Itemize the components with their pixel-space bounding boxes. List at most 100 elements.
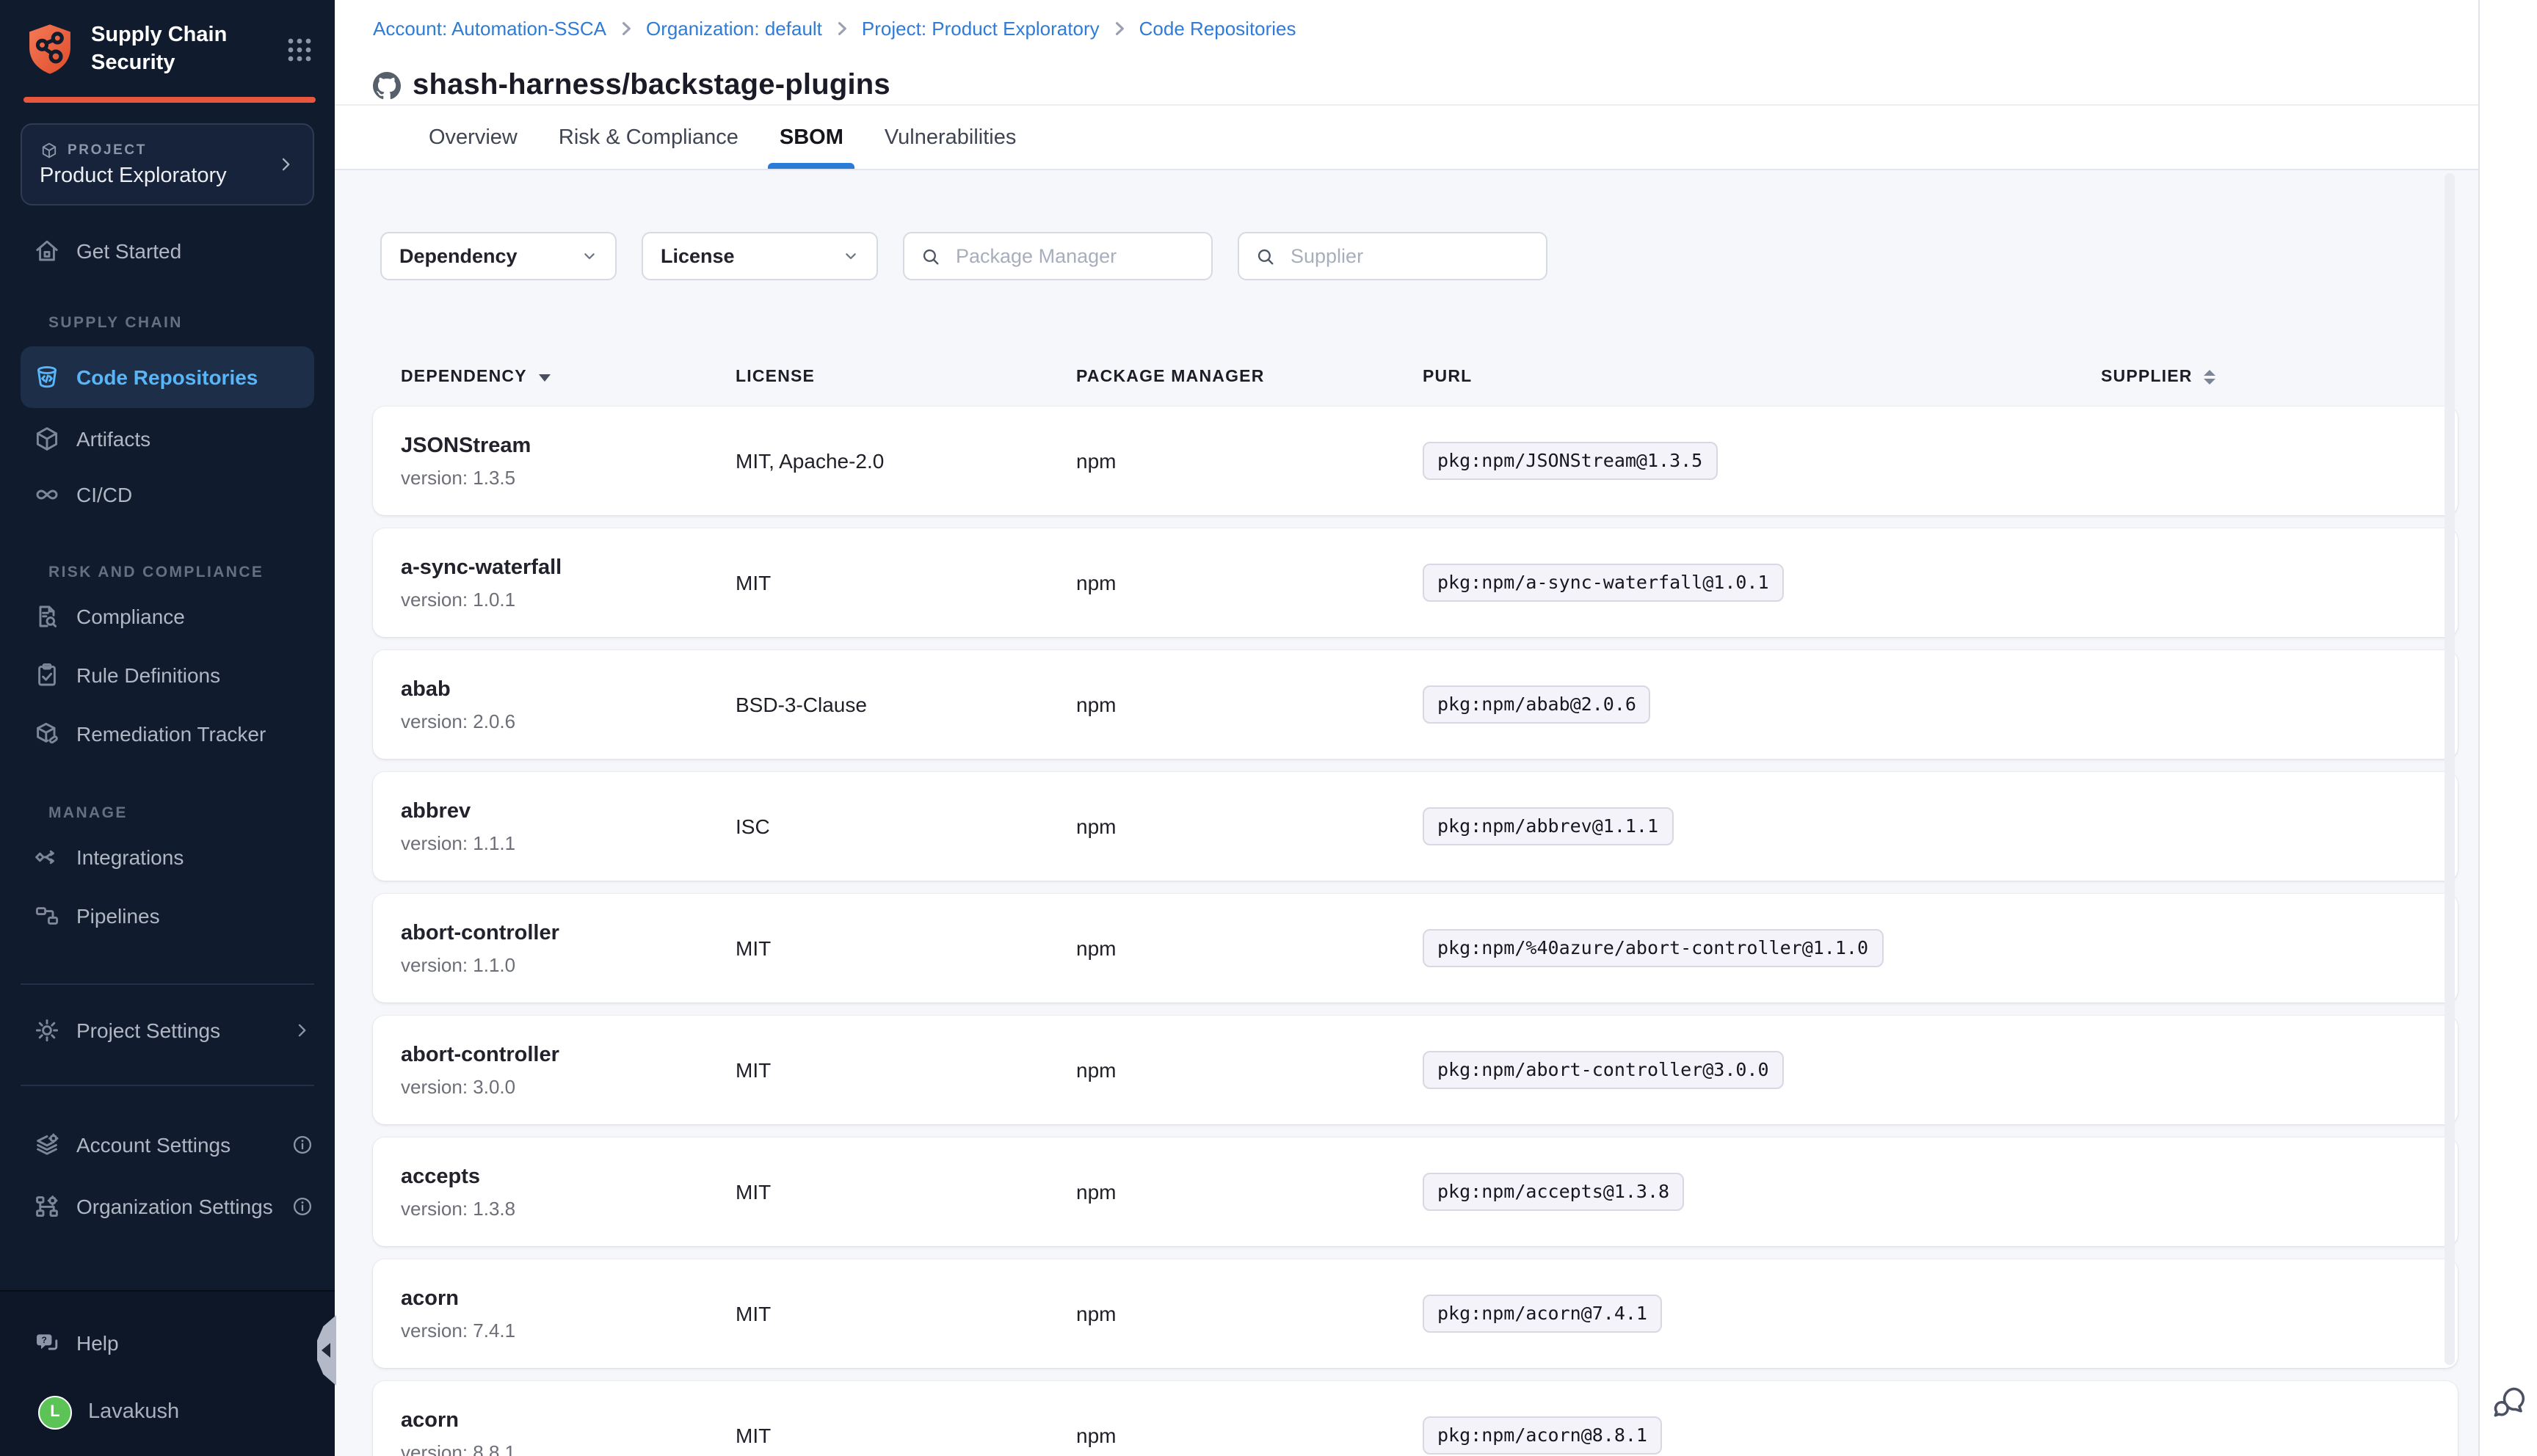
- breadcrumb-separator-icon: [617, 19, 636, 38]
- tab[interactable]: Vulnerabilities: [882, 106, 1019, 169]
- purl-chip[interactable]: pkg:npm/acorn@8.8.1: [1423, 1416, 1662, 1455]
- breadcrumb-item: Code Repositories: [1139, 18, 1296, 40]
- sidebar-item-code-repositories[interactable]: Code Repositories: [21, 346, 314, 408]
- chevron-right-icon: [291, 1019, 314, 1042]
- column-header-supplier[interactable]: SUPPLIER: [2101, 368, 2458, 386]
- table-row[interactable]: accepts version: 1.3.8 MIT npm pkg:npm/a…: [373, 1138, 2458, 1246]
- breadcrumb-link[interactable]: Code Repositories: [1139, 18, 1296, 40]
- dependency-cell: abort-controller version: 1.1.0: [401, 921, 736, 975]
- table-row[interactable]: abbrev version: 1.1.1 ISC npm pkg:npm/ab…: [373, 772, 2458, 881]
- sidebar-item-project-settings[interactable]: Project Settings: [0, 1002, 335, 1058]
- help-chat-icon: ?: [32, 1328, 62, 1358]
- sidebar-item-help[interactable]: ? Help: [0, 1315, 335, 1371]
- chat-widget-icon[interactable]: [2489, 1383, 2527, 1421]
- sidebar-item-label: Get Started: [76, 239, 181, 263]
- dependency-version: version: 2.0.6: [401, 710, 736, 732]
- purl-chip[interactable]: pkg:npm/accepts@1.3.8: [1423, 1173, 1684, 1211]
- project-selector[interactable]: PROJECT Product Exploratory: [21, 123, 314, 205]
- license-cell: MIT: [736, 571, 1076, 594]
- license-cell: MIT: [736, 1424, 1076, 1447]
- project-name: Product Exploratory: [40, 164, 275, 188]
- supplier-search-input[interactable]: [1288, 244, 1531, 269]
- purl-chip[interactable]: pkg:npm/abbrev@1.1.1: [1423, 807, 1673, 845]
- gear-icon: [32, 1016, 62, 1045]
- sidebar-item-compliance[interactable]: Compliance: [0, 587, 335, 646]
- package-manager-search-input[interactable]: [953, 244, 1197, 269]
- tab[interactable]: SBOM: [777, 106, 846, 169]
- sidebar-item-get-started[interactable]: Get Started: [0, 223, 335, 279]
- purl-chip[interactable]: pkg:npm/JSONStream@1.3.5: [1423, 442, 1717, 480]
- breadcrumb-item: Organization: default: [646, 18, 862, 40]
- dependency-version: version: 1.1.0: [401, 953, 736, 975]
- purl-chip[interactable]: pkg:npm/abort-controller@3.0.0: [1423, 1051, 1784, 1089]
- license-cell: MIT: [736, 1302, 1076, 1325]
- supplier-search: [1238, 232, 1547, 280]
- sidebar-item-account-settings[interactable]: Account Settings: [0, 1115, 335, 1174]
- table-row[interactable]: abort-controller version: 1.1.0 MIT npm …: [373, 894, 2458, 1002]
- tab-label: Vulnerabilities: [885, 125, 1016, 149]
- sidebar-item-rule-definitions[interactable]: Rule Definitions: [0, 646, 335, 705]
- layers-gear-icon: [32, 1130, 62, 1160]
- diamond-arrows-icon: [32, 842, 62, 872]
- breadcrumb-separator-icon: [1110, 19, 1129, 38]
- sbom-content: Dependency License: [335, 170, 2537, 1456]
- sidebar-item-label: Compliance: [76, 605, 185, 628]
- sidebar-item-label: Organization Settings: [76, 1195, 273, 1218]
- column-header-dependency[interactable]: DEPENDENCY: [401, 368, 736, 386]
- tab-label: Overview: [429, 125, 518, 149]
- column-header-label: PACKAGE MANAGER: [1076, 368, 1265, 386]
- project-label: PROJECT: [68, 142, 147, 159]
- app-logo-shield-icon: [23, 22, 76, 78]
- sidebar-item-remediation-tracker[interactable]: Remediation Tracker: [0, 705, 335, 763]
- svg-text:?: ?: [42, 1335, 47, 1345]
- sidebar-item-pipelines[interactable]: Pipelines: [0, 887, 335, 945]
- dependency-version: version: 1.0.1: [401, 588, 736, 610]
- purl-chip[interactable]: pkg:npm/acorn@7.4.1: [1423, 1295, 1662, 1333]
- document-search-icon: [32, 602, 62, 631]
- package-manager-cell: npm: [1076, 449, 1423, 473]
- user-name: Lavakush: [88, 1400, 179, 1424]
- table-row[interactable]: a-sync-waterfall version: 1.0.1 MIT npm …: [373, 528, 2458, 637]
- sidebar-item-organization-settings[interactable]: Organization Settings: [0, 1177, 335, 1236]
- info-icon[interactable]: [291, 1195, 314, 1218]
- dependency-version: version: 7.4.1: [401, 1319, 736, 1341]
- package-manager-cell: npm: [1076, 1302, 1423, 1325]
- table-row[interactable]: JSONStream version: 1.3.5 MIT, Apache-2.…: [373, 407, 2458, 515]
- table-row[interactable]: acorn version: 8.8.1 MIT npm pkg:npm/aco…: [373, 1381, 2458, 1456]
- tab[interactable]: Overview: [426, 106, 520, 169]
- sidebar-item-cicd[interactable]: CI/CD: [0, 467, 335, 523]
- dependency-cell: acorn version: 7.4.1: [401, 1286, 736, 1341]
- breadcrumb-link[interactable]: Project: Product Exploratory: [862, 18, 1100, 40]
- breadcrumb-link[interactable]: Account: Automation-SSCA: [373, 18, 606, 40]
- purl-chip[interactable]: pkg:npm/abab@2.0.6: [1423, 685, 1651, 724]
- apps-grid-icon[interactable]: [285, 35, 314, 65]
- package-manager-cell: npm: [1076, 1180, 1423, 1204]
- purl-chip[interactable]: pkg:npm/a-sync-waterfall@1.0.1: [1423, 564, 1784, 602]
- dependency-filter-select[interactable]: Dependency: [380, 232, 617, 280]
- sidebar-item-integrations[interactable]: Integrations: [0, 828, 335, 887]
- purl-cell: pkg:npm/abab@2.0.6: [1423, 685, 2101, 724]
- purl-chip[interactable]: pkg:npm/%40azure/abort-controller@1.1.0: [1423, 929, 1883, 967]
- purl-cell: pkg:npm/acorn@7.4.1: [1423, 1295, 2101, 1333]
- pipeline-nodes-icon: [32, 901, 62, 931]
- breadcrumb-separator-icon: [832, 19, 852, 38]
- sidebar-item-artifacts[interactable]: Artifacts: [0, 411, 335, 467]
- dependency-filter-label: Dependency: [399, 245, 518, 267]
- brand-accent-rule: [23, 97, 316, 103]
- dependency-name: abbrev: [401, 799, 736, 823]
- table-row[interactable]: abort-controller version: 3.0.0 MIT npm …: [373, 1016, 2458, 1124]
- info-icon[interactable]: [291, 1133, 314, 1157]
- table-row[interactable]: abab version: 2.0.6 BSD-3-Clause npm pkg…: [373, 650, 2458, 759]
- column-header-label: SUPPLIER: [2101, 368, 2193, 386]
- table-row[interactable]: acorn version: 7.4.1 MIT npm pkg:npm/aco…: [373, 1259, 2458, 1368]
- sidebar-item-label: Project Settings: [76, 1019, 220, 1042]
- tab[interactable]: Risk & Compliance: [556, 106, 741, 169]
- sidebar-section-supply-chain: SUPPLY CHAIN: [0, 314, 335, 332]
- breadcrumb-link[interactable]: Organization: default: [646, 18, 822, 40]
- project-selector-info: PROJECT Product Exploratory: [40, 141, 275, 188]
- license-filter-select[interactable]: License: [642, 232, 878, 280]
- hierarchy-gear-icon: [32, 1192, 62, 1221]
- purl-cell: pkg:npm/abbrev@1.1.1: [1423, 807, 2101, 845]
- user-menu[interactable]: L Lavakush: [0, 1386, 335, 1438]
- scrollbar-thumb[interactable]: [2445, 173, 2455, 1365]
